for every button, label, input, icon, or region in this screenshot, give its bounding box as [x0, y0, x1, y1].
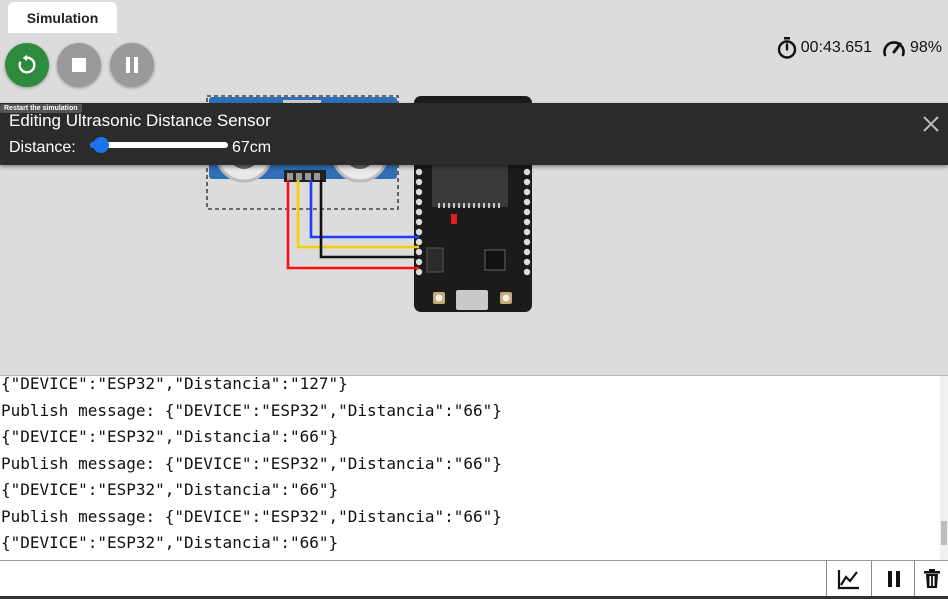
distance-value: 67cm [232, 139, 272, 156]
pause-icon [888, 571, 900, 587]
close-icon[interactable] [922, 115, 940, 133]
serial-input-bar [0, 560, 948, 600]
console-line: Publish message: {"DEVICE":"ESP32","Dist… [1, 506, 502, 526]
trash-icon [924, 569, 940, 588]
console-output: {"DEVICE":"ESP32","Distancia":"127"} Pub… [0, 375, 502, 557]
console-line: {"DEVICE":"ESP32","Distancia":"66"} [1, 427, 339, 446]
distance-label: Distance: [9, 139, 76, 156]
tab-bar: Simulation [0, 0, 948, 33]
restart-tooltip: Restart the simulation [0, 104, 82, 113]
console-line: Publish message: {"DEVICE":"ESP32","Dist… [1, 453, 502, 473]
serial-monitor: {"DEVICE":"ESP32","Distancia":"127"} Pub… [0, 375, 948, 561]
distance-slider-thumb[interactable] [93, 137, 110, 153]
wires [286, 180, 419, 270]
distance-slider[interactable] [90, 137, 228, 153]
simulation-canvas[interactable] [0, 33, 948, 375]
console-line: Publish message: {"DEVICE":"ESP32","Dist… [1, 400, 502, 420]
plotter-button[interactable] [826, 561, 871, 597]
clear-console-button[interactable] [914, 561, 948, 597]
console-line: {"DEVICE":"ESP32","Distancia":"66"} [1, 533, 339, 552]
component-editor-panel: Editing Ultrasonic Distance Sensor Dista… [0, 103, 948, 165]
console-line: {"DEVICE":"ESP32","Distancia":"127"} [1, 375, 348, 393]
editor-title: Editing Ultrasonic Distance Sensor [9, 111, 271, 130]
serial-input[interactable] [0, 561, 830, 598]
chart-icon [837, 570, 859, 590]
pause-console-button[interactable] [871, 561, 916, 597]
circuit-diagram [206, 95, 532, 312]
console-scroll-thumb[interactable] [941, 521, 947, 545]
tab-simulation[interactable]: Simulation [8, 2, 117, 33]
console-scrollbar[interactable] [940, 376, 948, 561]
console-line: {"DEVICE":"ESP32","Distancia":"66"} [1, 480, 339, 499]
